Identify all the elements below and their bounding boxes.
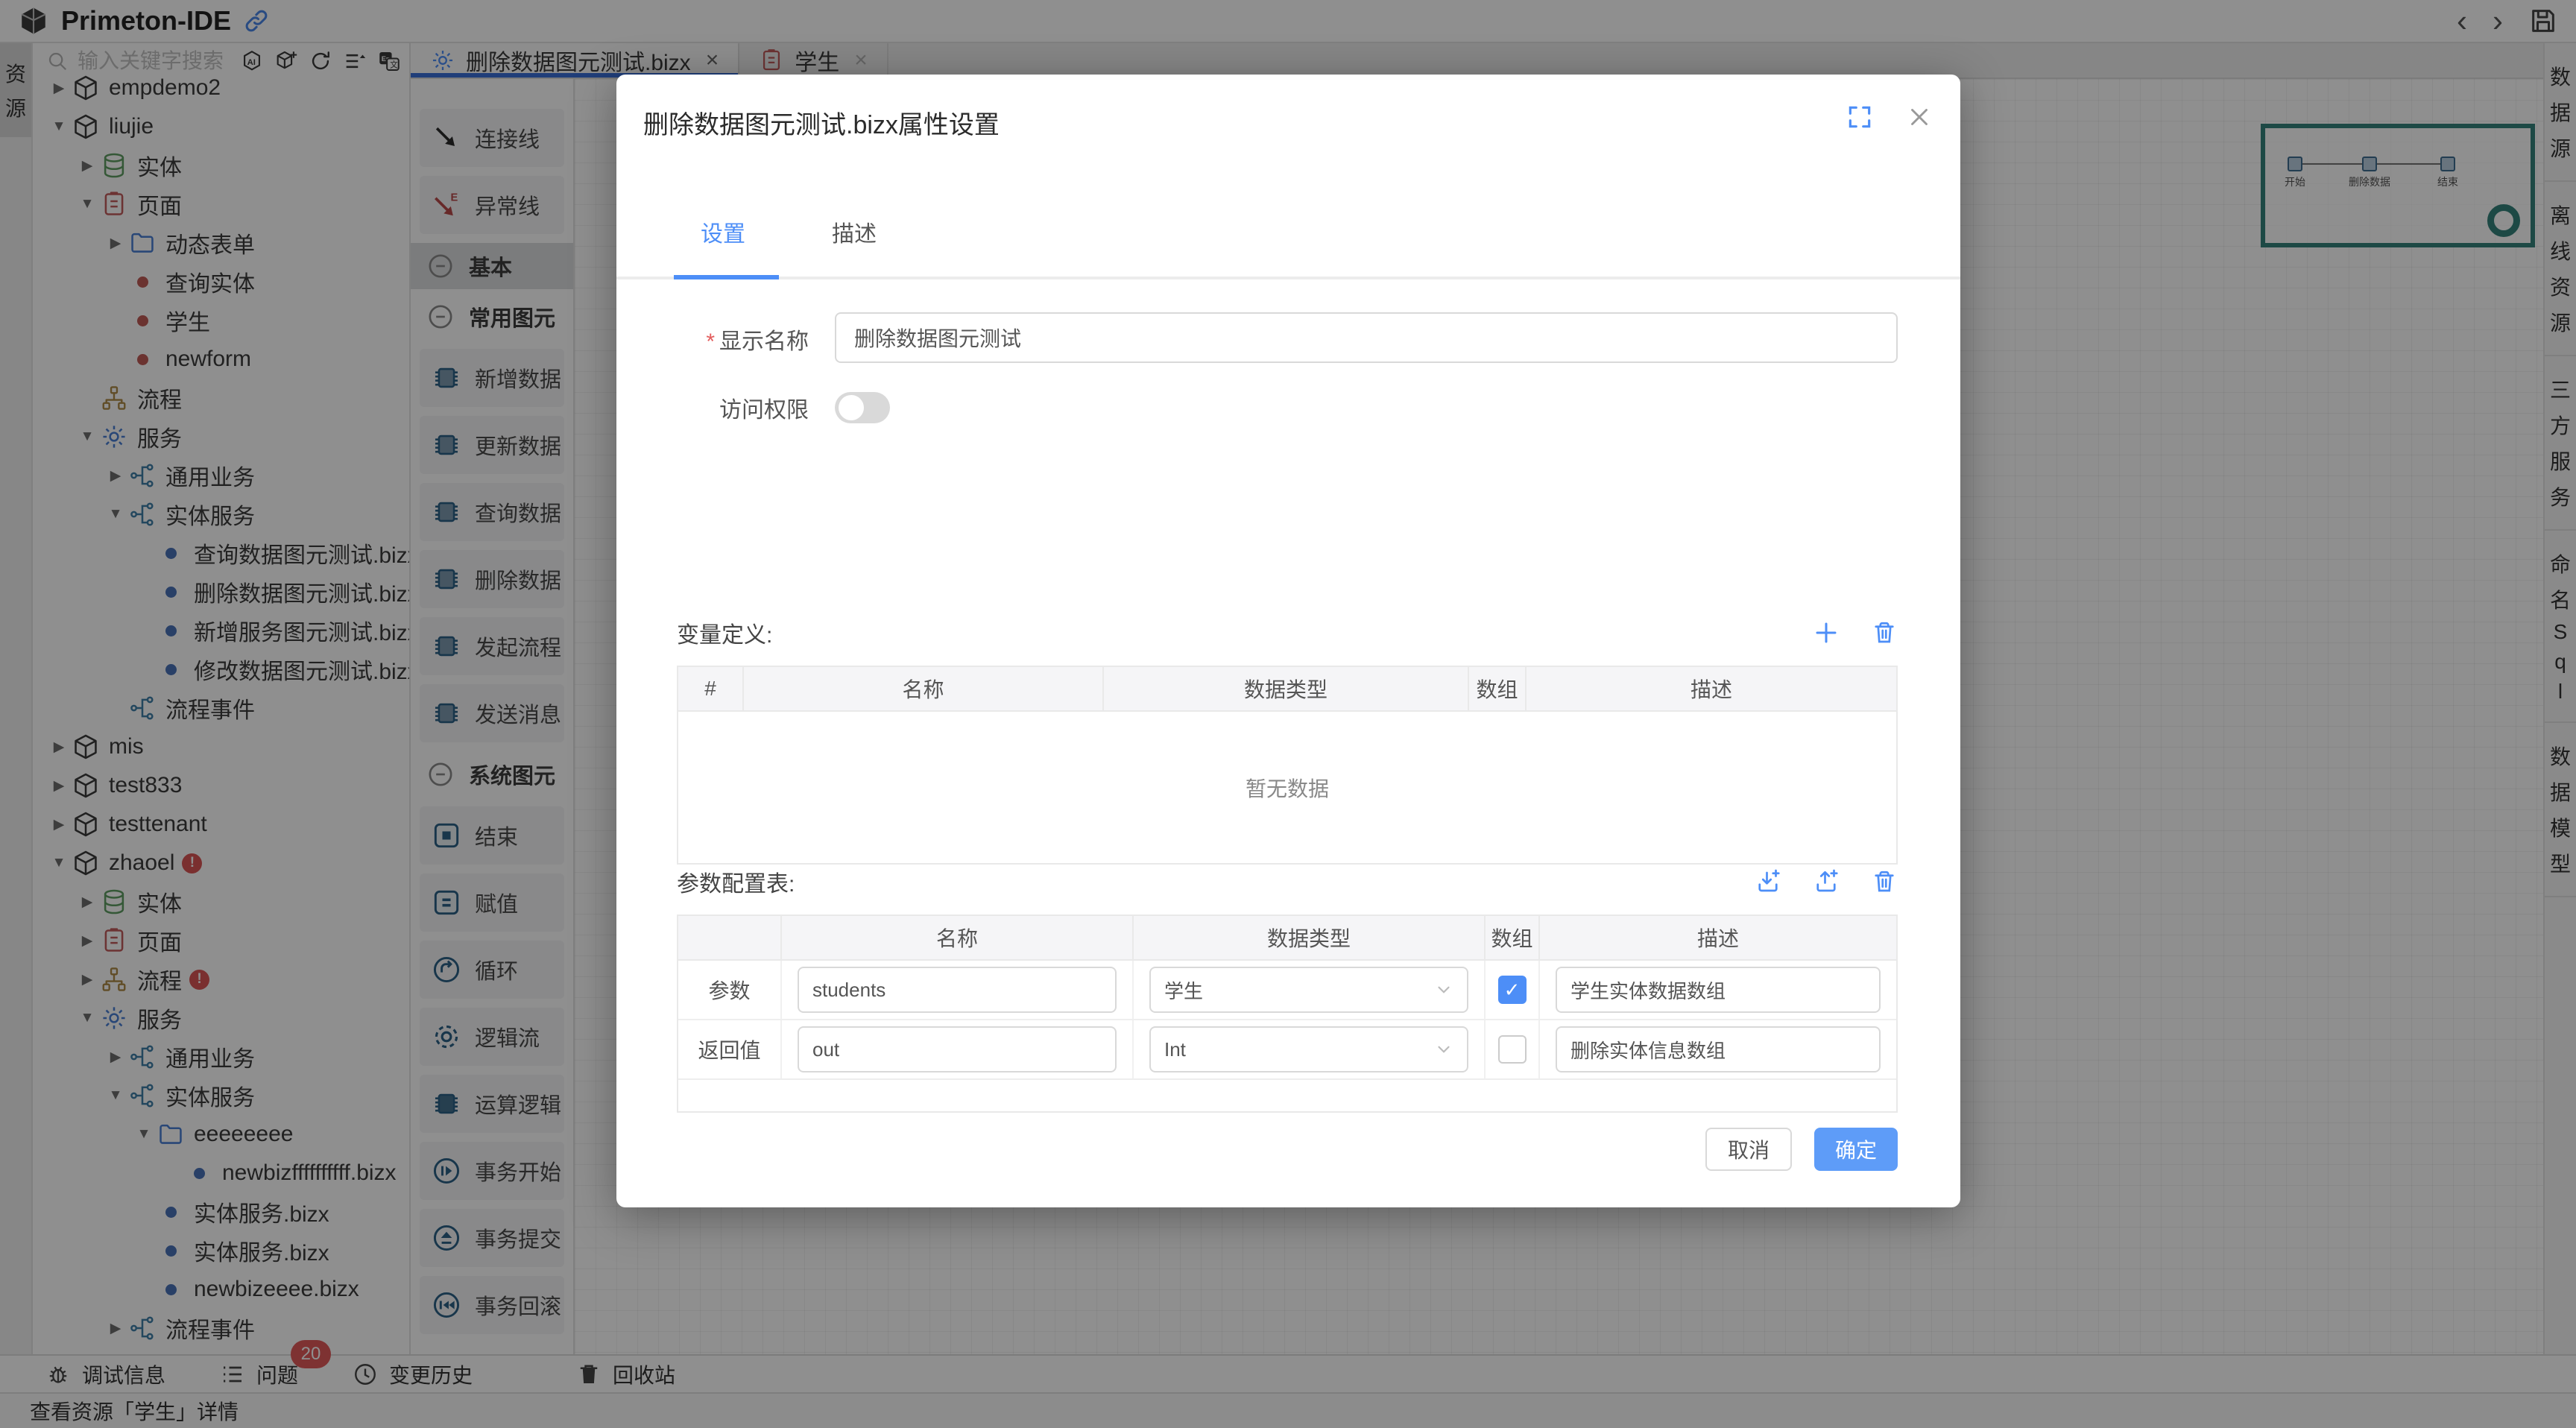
- dialog-tabs: 设置 描述: [643, 215, 1933, 277]
- cancel-button[interactable]: 取消: [1705, 1128, 1792, 1171]
- param-type-cell: 学生: [1134, 961, 1486, 1019]
- table-col-header: 描述: [1527, 667, 1896, 710]
- array-checkbox[interactable]: [1498, 1035, 1527, 1064]
- param-name-input[interactable]: [798, 967, 1117, 1013]
- variables-section-label: 变量定义:: [677, 616, 772, 649]
- variables-table: #名称数据类型数组描述 暂无数据: [677, 666, 1898, 865]
- param-row-label: 参数: [708, 975, 750, 1005]
- params-row-返回值: 返回值 Int: [678, 1020, 1896, 1080]
- delete-variable-icon[interactable]: [1871, 619, 1898, 646]
- param-type-value: Int: [1164, 1038, 1186, 1061]
- param-type-value: 学生: [1164, 976, 1203, 1004]
- param-desc-cell: [1540, 961, 1896, 1019]
- params-section-label: 参数配置表:: [677, 865, 795, 898]
- param-array-cell: [1486, 1020, 1540, 1078]
- param-name-cell: [782, 1020, 1134, 1078]
- table-col-header: 数组: [1486, 916, 1540, 959]
- import-output-params-icon[interactable]: [1813, 868, 1840, 895]
- table-col-header: #: [678, 667, 744, 710]
- param-name-cell: [782, 961, 1134, 1019]
- param-desc-cell: [1540, 1020, 1896, 1078]
- params-row-参数: 参数 学生 ✓: [678, 961, 1896, 1020]
- ok-button[interactable]: 确定: [1814, 1128, 1898, 1171]
- param-type-select[interactable]: Int: [1149, 1026, 1468, 1072]
- array-checkbox[interactable]: ✓: [1498, 976, 1527, 1004]
- param-array-cell: ✓: [1486, 961, 1540, 1019]
- variables-empty-state: 暂无数据: [678, 712, 1896, 863]
- param-type-select[interactable]: 学生: [1149, 967, 1468, 1013]
- dialog-title: 删除数据图元测试.bizx属性设置: [643, 104, 1933, 141]
- param-row-label-cell: 参数: [678, 961, 782, 1019]
- dialog-tab-描述[interactable]: 描述: [832, 215, 877, 277]
- add-variable-icon[interactable]: [1813, 619, 1840, 646]
- param-row-label-cell: 返回值: [678, 1020, 782, 1078]
- param-desc-input[interactable]: [1556, 967, 1881, 1013]
- params-table-empty-row: [678, 1080, 1896, 1111]
- display-name-label: *显示名称: [616, 323, 809, 356]
- dialog-tab-设置[interactable]: 设置: [701, 215, 745, 277]
- primeton-ide-window: Primeton-IDE ‹ › 资源 AIEn文 ▶empdemo2▼liuj…: [0, 0, 2576, 1428]
- param-desc-input[interactable]: [1556, 1026, 1881, 1072]
- close-icon[interactable]: [1905, 103, 1933, 131]
- chevron-down-icon: [1434, 1040, 1453, 1059]
- table-col-header: 描述: [1540, 916, 1896, 959]
- delete-param-icon[interactable]: [1871, 868, 1898, 895]
- table-col-header: [678, 916, 782, 959]
- param-type-cell: Int: [1134, 1020, 1486, 1078]
- table-col-header: 名称: [744, 667, 1104, 710]
- table-col-header: 名称: [782, 916, 1134, 959]
- table-col-header: 数组: [1469, 667, 1527, 710]
- access-toggle[interactable]: [835, 392, 890, 423]
- param-name-input[interactable]: [798, 1026, 1117, 1072]
- import-input-params-icon[interactable]: [1755, 868, 1781, 895]
- table-col-header: 数据类型: [1134, 916, 1486, 959]
- params-table: 名称数据类型数组描述 参数 学生 ✓ 返回值 Int: [677, 914, 1898, 1113]
- chevron-down-icon: [1434, 980, 1453, 999]
- access-label: 访问权限: [616, 391, 809, 424]
- table-col-header: 数据类型: [1104, 667, 1469, 710]
- properties-dialog: 删除数据图元测试.bizx属性设置 设置描述 *显示名称 访问权限: [616, 75, 1960, 1207]
- param-row-label: 返回值: [698, 1034, 760, 1064]
- fullscreen-icon[interactable]: [1846, 103, 1874, 131]
- display-name-input[interactable]: [835, 312, 1898, 363]
